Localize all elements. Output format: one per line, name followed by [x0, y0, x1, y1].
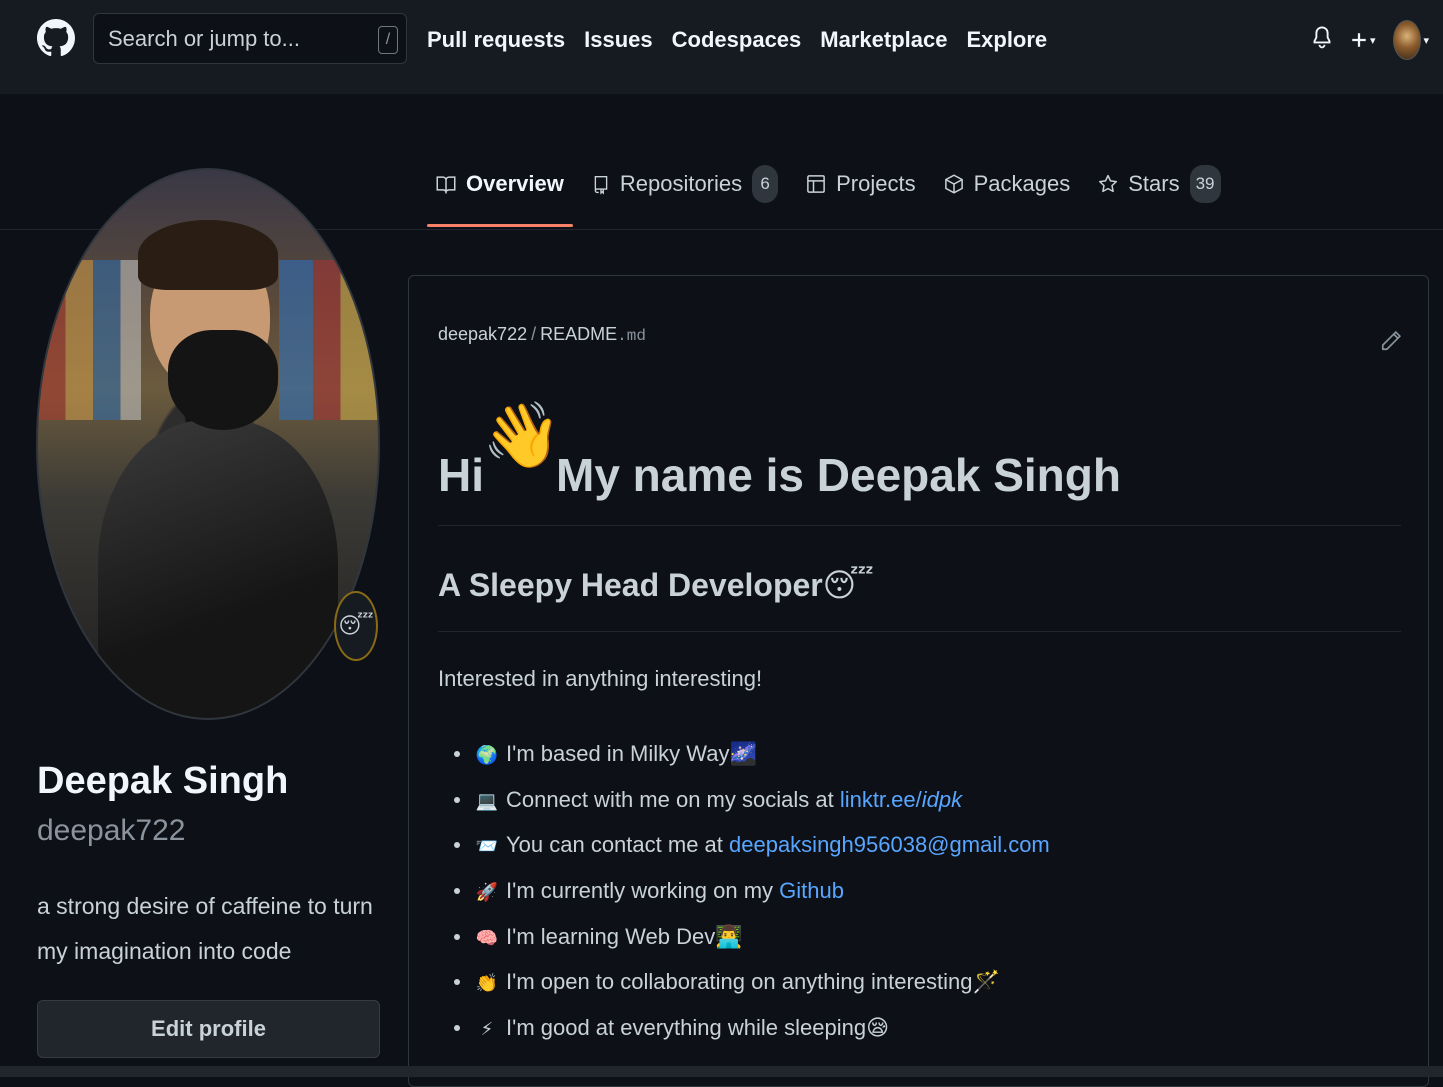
star-icon [1099, 174, 1118, 193]
rocket-icon: 🚀 [475, 882, 499, 903]
avatar-jacket [98, 420, 338, 718]
list-item: 💻 Connect with me on my socials at linktr… [438, 777, 1050, 823]
avatar-hair [138, 220, 278, 290]
book-icon [436, 176, 456, 195]
tab-stars[interactable]: Stars 39 [1089, 160, 1229, 208]
nav-marketplace[interactable]: Marketplace [820, 22, 947, 58]
repo-icon [594, 176, 608, 195]
pencil-icon[interactable] [1380, 326, 1402, 356]
profile-bio: a strong desire of caffeine to turn my i… [37, 893, 373, 964]
stars-count-badge: 39 [1189, 165, 1221, 203]
plus-icon [1352, 33, 1366, 47]
milky-way-icon: 🌌 [729, 741, 757, 766]
sleeping-face-icon: 😴 [338, 613, 374, 638]
profile-username: deepak722 [37, 814, 186, 847]
user-menu[interactable]: ▾ [1393, 20, 1429, 60]
readme-file-name: README [540, 324, 618, 344]
search-input[interactable] [94, 14, 374, 63]
tab-overview[interactable]: Overview [427, 160, 573, 227]
global-nav: Pull requests Issues Codespaces Marketpl… [427, 22, 1047, 58]
globe-icon: 🌍 [475, 745, 499, 765]
search-box: / [93, 13, 407, 64]
envelope-icon: 📨 [475, 836, 499, 857]
tab-label: Stars [1128, 171, 1180, 196]
linktree-link[interactable]: linktr.ee/idpk [840, 787, 962, 812]
readme-list: 🌍 I'm based in Milky Way🌌 💻 Connect with m… [438, 731, 1050, 1051]
horizontal-scrollbar[interactable] [0, 1066, 1443, 1077]
item-text: I'm open to collaborating on anything in… [506, 969, 973, 995]
item-text: I'm good at everything while sleeping [506, 1015, 867, 1041]
tab-label: Projects [836, 171, 916, 196]
chevron-down-icon: ▾ [1369, 34, 1376, 47]
top-header: / Pull requests Issues Codespaces Market… [0, 0, 1443, 94]
github-link[interactable]: Github [779, 878, 844, 903]
tab-repositories[interactable]: Repositories 6 [583, 160, 787, 208]
nav-issues[interactable]: Issues [584, 22, 653, 58]
path-separator: / [531, 324, 537, 344]
brain-icon: 🧠 [475, 927, 499, 948]
profile-fullname: Deepak Singh [37, 760, 289, 802]
readme-card: deepak722/README.md Hi 👋 My name is Deep… [408, 275, 1429, 1087]
readme-subheading: A Sleepy Head Developer😴 [438, 566, 1401, 632]
edit-profile-button[interactable]: Edit profile [37, 1000, 380, 1058]
item-text: I'm learning Web Dev [506, 923, 716, 949]
list-item: 📨 You can contact me at deepaksingh956038… [438, 822, 1050, 868]
readme-file-ext: .md [617, 327, 646, 345]
sleepy-face-icon: 😪 [866, 1015, 890, 1041]
tab-packages[interactable]: Packages [935, 160, 1080, 208]
search-shortcut-key: / [378, 26, 398, 54]
list-item: ⚡ I'm good at everything while sleeping😪 [438, 1005, 1050, 1051]
link-text-italic: idpk [921, 786, 963, 812]
tab-label: Overview [466, 171, 564, 196]
item-text: Connect with me on my socials at [506, 786, 840, 812]
list-item: 🚀 I'm currently working on my Github [438, 868, 1050, 914]
item-text: I'm currently working on my [506, 878, 780, 904]
readme-path: deepak722/README.md [438, 324, 646, 345]
package-icon [944, 174, 963, 194]
list-item: 🧠 I'm learning Web Dev👨‍💻 [438, 914, 1050, 960]
tab-projects[interactable]: Projects [797, 160, 924, 208]
item-text: I'm based in Milky Way [506, 741, 730, 766]
email-link[interactable]: deepaksingh956038@gmail.com [729, 832, 1050, 857]
bell-icon[interactable] [1312, 23, 1332, 58]
create-new-dropdown[interactable]: ▾ [1350, 29, 1376, 51]
list-item: 👏 I'm open to collaborating on anything i… [438, 959, 1050, 1005]
chevron-down-icon: ▾ [1423, 34, 1429, 47]
sleeping-face-icon: 😴 [822, 567, 875, 603]
header-actions: ▾ ▾ [1312, 18, 1429, 62]
greeting-text: Hi [438, 449, 484, 501]
nav-codespaces[interactable]: Codespaces [672, 22, 802, 58]
repositories-count-badge: 6 [752, 165, 779, 203]
technologist-icon: 👨‍💻 [715, 923, 743, 949]
clapping-hands-icon: 👏 [475, 973, 499, 994]
readme-intro: Interested in anything interesting! [438, 666, 763, 691]
github-logo-icon[interactable] [36, 8, 76, 68]
profile-tabs: Overview Repositories 6 Projects Package… [427, 160, 1240, 228]
tab-label: Packages [973, 171, 1071, 196]
tab-label: Repositories [619, 171, 743, 196]
lightning-icon: ⚡ [480, 1019, 494, 1040]
avatar-mask [168, 330, 278, 430]
readme-heading: Hi 👋 My name is Deepak Singh [438, 396, 1401, 526]
table-icon [807, 175, 825, 193]
link-text: linktr.ee/ [839, 786, 922, 812]
heading-name: My name is Deepak Singh [556, 449, 1121, 501]
status-emoji-button[interactable]: 😴 [334, 591, 378, 661]
profile-avatar[interactable] [36, 168, 380, 720]
waving-hand-icon: 👋 [482, 399, 562, 471]
list-item: 🌍 I'm based in Milky Way🌌 [438, 731, 1050, 777]
avatar [1393, 20, 1422, 60]
subheading-text: A Sleepy Head Developer [438, 567, 823, 603]
nav-explore[interactable]: Explore [966, 22, 1047, 58]
magic-wand-icon: 🪄 [972, 969, 1000, 995]
item-text: You can contact me at [506, 832, 729, 858]
readme-owner-link[interactable]: deepak722 [438, 324, 527, 344]
nav-pull-requests[interactable]: Pull requests [427, 22, 565, 58]
computer-icon: 💻 [475, 790, 499, 811]
